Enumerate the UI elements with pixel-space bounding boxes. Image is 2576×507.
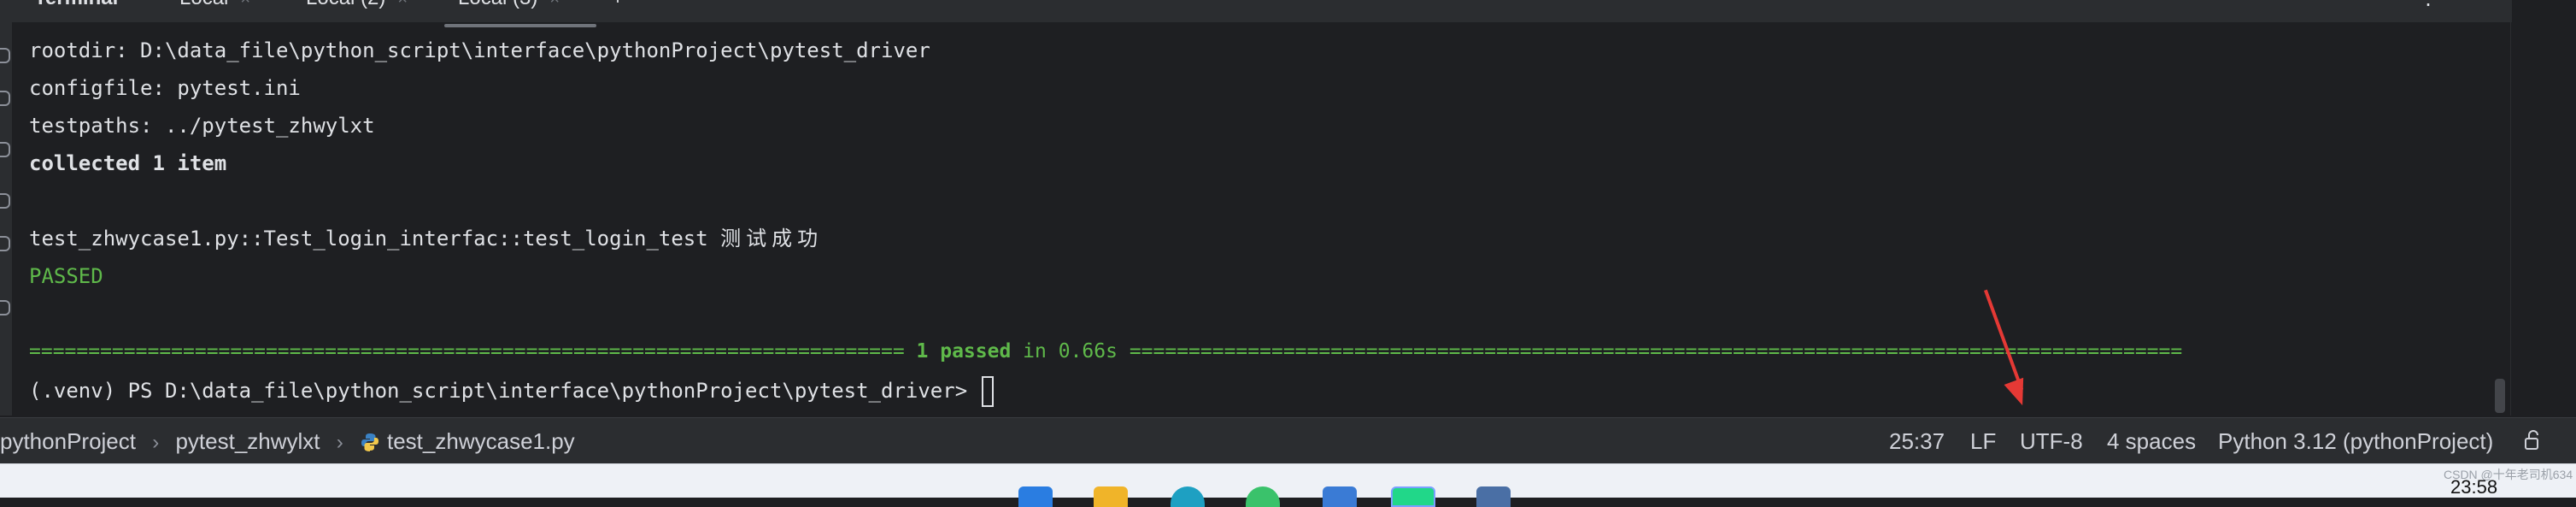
- terminal-scrollbar[interactable]: [2510, 22, 2530, 416]
- left-tool-strip: [0, 22, 12, 416]
- python-interpreter[interactable]: Python 3.12 (pythonProject): [2218, 428, 2493, 454]
- chat-icon[interactable]: [1246, 486, 1280, 507]
- line-ending[interactable]: LF: [1970, 428, 1996, 454]
- terminal-output[interactable]: rootdir: D:\data_file\python_script\inte…: [12, 27, 2507, 417]
- breadcrumb: pythonProject › pytest_zhwylxt › test_zh…: [0, 428, 575, 456]
- output-line: rootdir: D:\data_file\python_script\inte…: [29, 38, 930, 62]
- terminal-tab-bar: Terminal Local× Local (2)× Local (3)× + …: [0, 0, 2512, 27]
- summary-divider-right: ========================================…: [1129, 340, 2183, 363]
- python-file-icon: [361, 433, 378, 451]
- output-line: configfile: pytest.ini: [29, 76, 301, 100]
- breadcrumb-file[interactable]: test_zhwycase1.py: [360, 428, 575, 454]
- indent-setting[interactable]: 4 spaces: [2107, 428, 2196, 454]
- file-explorer-icon[interactable]: [1094, 486, 1128, 507]
- tool-icon[interactable]: [0, 91, 10, 106]
- output-line: collected 1 item: [29, 151, 227, 175]
- prompt-line[interactable]: (.venv) PS D:\data_file\python_script\in…: [29, 376, 994, 407]
- new-tab-button[interactable]: +: [612, 0, 624, 12]
- close-icon[interactable]: ×: [240, 0, 250, 9]
- text-cursor: [981, 376, 994, 407]
- duration: in 0.66s: [1011, 340, 1130, 363]
- tab-local-3[interactable]: Local (3) ×: [458, 0, 560, 12]
- scrollbar-thumb[interactable]: [2495, 379, 2505, 413]
- tab-label: Local (3): [458, 0, 537, 9]
- os-taskbar: 23:58 CSDN @十年老司机634: [0, 463, 2576, 507]
- passed-status: PASSED: [29, 264, 103, 288]
- tool-icon[interactable]: [0, 48, 10, 63]
- tool-icon[interactable]: [0, 142, 10, 157]
- tool-icon[interactable]: [0, 193, 10, 209]
- tab-label: Local: [179, 0, 228, 9]
- test-id: test_zhwycase1.py::Test_login_interfac::…: [29, 227, 708, 251]
- summary-divider-left: ========================================…: [29, 340, 917, 363]
- passed-count: 1 passed: [916, 340, 1012, 363]
- close-icon[interactable]: ×: [397, 0, 408, 9]
- chevron-right-icon: ›: [152, 431, 160, 454]
- tab-label: Local (2): [306, 0, 385, 9]
- pycharm-icon[interactable]: [1391, 486, 1435, 507]
- cursor-position[interactable]: 25:37: [1889, 428, 1945, 454]
- edge-icon[interactable]: [1171, 486, 1205, 507]
- more-options-icon[interactable]: ⋮: [2418, 0, 2438, 12]
- output-line: testpaths: ../pytest_zhwylxt: [29, 114, 375, 138]
- calendar-icon[interactable]: [1476, 486, 1511, 507]
- start-icon[interactable]: [1018, 486, 1053, 507]
- test-result-line: test_zhwycase1.py::Test_login_interfac::…: [29, 226, 823, 251]
- terminal-title: Terminal: [34, 0, 118, 12]
- success-message: 测试成功: [720, 227, 824, 251]
- summary-line: ========================================…: [29, 339, 2182, 364]
- close-icon[interactable]: ×: [549, 0, 560, 9]
- tab-local[interactable]: Local ×: [179, 0, 250, 12]
- lock-icon[interactable]: [2524, 430, 2543, 456]
- breadcrumb-item[interactable]: pytest_zhwylxt: [175, 428, 320, 454]
- shell-prompt: (.venv) PS D:\data_file\python_script\in…: [29, 379, 980, 403]
- file-encoding[interactable]: UTF-8: [2020, 428, 2083, 454]
- tab-local-2[interactable]: Local (2) ×: [306, 0, 408, 12]
- breadcrumb-item[interactable]: pythonProject: [0, 428, 136, 454]
- mail-icon[interactable]: [1323, 486, 1357, 507]
- watermark: CSDN @十年老司机634: [2444, 468, 2573, 481]
- tool-icon[interactable]: [0, 236, 10, 251]
- status-bar: pythonProject › pytest_zhwylxt › test_zh…: [0, 417, 2576, 464]
- chevron-right-icon: ›: [336, 431, 343, 454]
- tool-icon[interactable]: [0, 300, 10, 315]
